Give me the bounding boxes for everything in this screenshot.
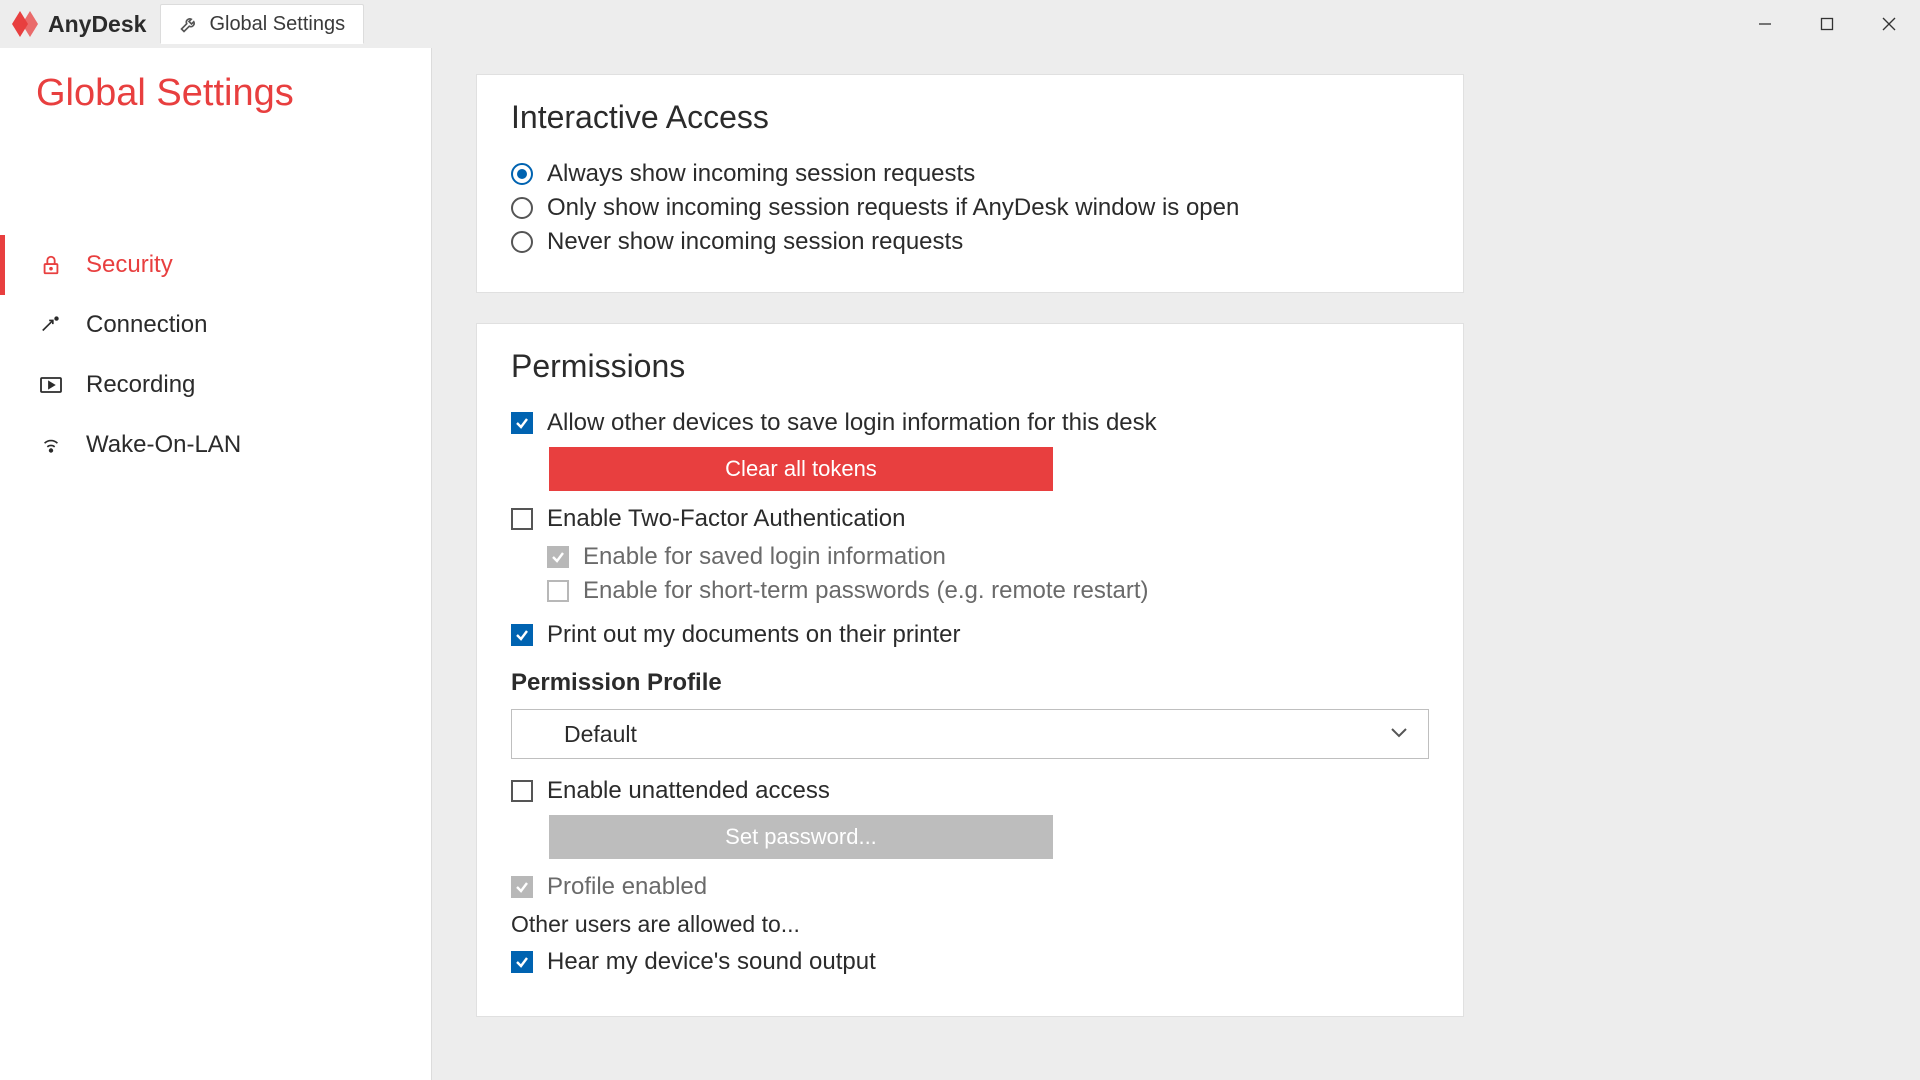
tab-label: Global Settings xyxy=(209,13,345,36)
checkbox-label: Print out my documents on their printer xyxy=(547,621,961,649)
chevron-down-icon xyxy=(1390,725,1408,743)
radio-icon xyxy=(511,197,533,219)
tab-global-settings[interactable]: Global Settings xyxy=(160,4,364,44)
clear-tokens-button[interactable]: Clear all tokens xyxy=(549,447,1053,491)
profile-dropdown[interactable]: Default xyxy=(511,709,1429,759)
checkbox-icon xyxy=(511,876,533,898)
radio-label: Never show incoming session requests xyxy=(547,228,963,256)
sidebar-item-label: Wake-On-LAN xyxy=(86,431,241,459)
sidebar-item-wakeonlan[interactable]: Wake-On-LAN xyxy=(0,415,431,475)
checkbox-icon xyxy=(547,546,569,568)
checkbox-profile-enabled: Profile enabled xyxy=(511,873,1429,901)
checkbox-icon xyxy=(547,580,569,602)
app-name: AnyDesk xyxy=(48,11,146,38)
checkbox-2fa-saved: Enable for saved login information xyxy=(547,543,1429,571)
content-area[interactable]: Interactive Access Always show incoming … xyxy=(432,48,1920,1080)
permission-profile-heading: Permission Profile xyxy=(511,669,1429,697)
window-controls xyxy=(1734,0,1920,48)
checkbox-enable-2fa[interactable]: Enable Two-Factor Authentication xyxy=(511,505,1429,533)
radio-label: Only show incoming session requests if A… xyxy=(547,194,1239,222)
checkbox-unattended[interactable]: Enable unattended access xyxy=(511,777,1429,805)
sidebar-item-label: Connection xyxy=(86,311,207,339)
card-permissions: Permissions Allow other devices to save … xyxy=(476,323,1464,1017)
card-interactive-access: Interactive Access Always show incoming … xyxy=(476,74,1464,293)
minimize-button[interactable] xyxy=(1734,0,1796,48)
radio-icon xyxy=(511,163,533,185)
wifi-icon xyxy=(38,434,64,456)
app-logo: AnyDesk xyxy=(12,11,146,38)
checkbox-icon xyxy=(511,624,533,646)
checkbox-2fa-short: Enable for short-term passwords (e.g. re… xyxy=(547,577,1429,605)
checkbox-icon xyxy=(511,951,533,973)
radio-window-open[interactable]: Only show incoming session requests if A… xyxy=(511,194,1429,222)
checkbox-print-docs[interactable]: Print out my documents on their printer xyxy=(511,621,1429,649)
checkbox-icon xyxy=(511,780,533,802)
sidebar-item-label: Recording xyxy=(86,371,195,399)
sidebar-item-connection[interactable]: Connection xyxy=(0,295,431,355)
checkbox-label: Enable Two-Factor Authentication xyxy=(547,505,905,533)
checkbox-icon xyxy=(511,508,533,530)
sidebar-item-recording[interactable]: Recording xyxy=(0,355,431,415)
checkbox-hear-sound[interactable]: Hear my device's sound output xyxy=(511,948,1429,976)
radio-label: Always show incoming session requests xyxy=(547,160,975,188)
checkbox-label: Allow other devices to save login inform… xyxy=(547,409,1157,437)
maximize-button[interactable] xyxy=(1796,0,1858,48)
checkbox-label: Enable for short-term passwords (e.g. re… xyxy=(583,577,1149,605)
page-title: Global Settings xyxy=(0,72,431,155)
checkbox-allow-save-login[interactable]: Allow other devices to save login inform… xyxy=(511,409,1429,437)
radio-always-show[interactable]: Always show incoming session requests xyxy=(511,160,1429,188)
checkbox-label: Profile enabled xyxy=(547,873,707,901)
checkbox-label: Hear my device's sound output xyxy=(547,948,876,976)
connection-icon xyxy=(38,314,64,336)
sidebar: Global Settings Security Connection Reco… xyxy=(0,48,432,1080)
set-password-button: Set password... xyxy=(549,815,1053,859)
recording-icon xyxy=(38,375,64,395)
sidebar-item-security[interactable]: Security xyxy=(0,235,431,295)
checkbox-icon xyxy=(511,412,533,434)
wrench-icon xyxy=(179,14,199,34)
titlebar: AnyDesk Global Settings xyxy=(0,0,1920,48)
section-title: Interactive Access xyxy=(511,99,1429,136)
sidebar-item-label: Security xyxy=(86,251,173,279)
radio-icon xyxy=(511,231,533,253)
checkbox-label: Enable unattended access xyxy=(547,777,830,805)
section-title: Permissions xyxy=(511,348,1429,385)
lock-icon xyxy=(38,254,64,276)
close-button[interactable] xyxy=(1858,0,1920,48)
anydesk-logo-icon xyxy=(12,11,42,37)
radio-never-show[interactable]: Never show incoming session requests xyxy=(511,228,1429,256)
dropdown-value: Default xyxy=(564,721,637,748)
checkbox-label: Enable for saved login information xyxy=(583,543,946,571)
others-allowed-text: Other users are allowed to... xyxy=(511,911,1429,938)
